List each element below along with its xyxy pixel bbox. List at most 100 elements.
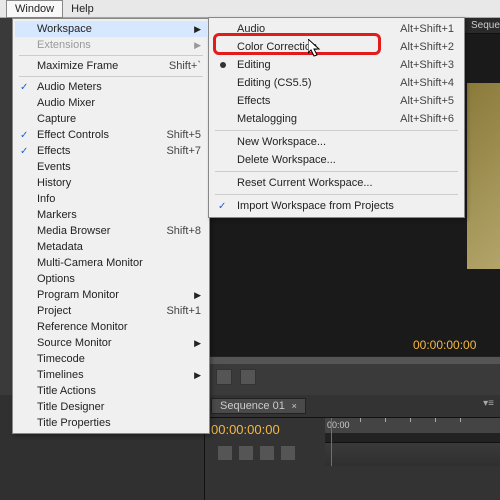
ruler-tick [385, 418, 386, 422]
workspace-metalogging[interactable]: MetaloggingAlt+Shift+6 [211, 110, 462, 128]
program-scrubber[interactable] [210, 356, 500, 364]
label: Media Browser [37, 225, 110, 237]
timeline-tracks-area[interactable]: 00:00 [325, 418, 500, 467]
menu-program-monitor[interactable]: Program Monitor▶ [15, 287, 207, 303]
menu-audio-mixer[interactable]: Audio Mixer [15, 95, 207, 111]
workspace-reset[interactable]: Reset Current Workspace... [211, 174, 462, 192]
chevron-right-icon: ▶ [194, 24, 201, 35]
ruler-tick [360, 418, 361, 422]
timeline-tool-3[interactable] [259, 445, 275, 461]
shortcut: Shift+7 [166, 145, 201, 157]
workspace-effects[interactable]: EffectsAlt+Shift+5 [211, 92, 462, 110]
shortcut: Shift+1 [166, 305, 201, 317]
menu-extensions: Extensions ▶ [15, 37, 207, 53]
shortcut: Shift+8 [166, 225, 201, 237]
label: New Workspace... [237, 136, 326, 148]
shortcut: Alt+Shift+2 [400, 41, 454, 53]
menu-title-properties[interactable]: Title Properties [15, 415, 207, 431]
workspace-import[interactable]: ✓Import Workspace from Projects [211, 197, 462, 215]
menu-help[interactable]: Help [63, 1, 102, 17]
radio-selected-icon [220, 62, 226, 68]
workspace-color-correction[interactable]: Color Correction Alt+Shift+2 [211, 38, 462, 56]
mark-out-button[interactable] [240, 369, 256, 385]
mark-in-button[interactable] [216, 369, 232, 385]
playhead[interactable] [331, 418, 332, 466]
timeline-ruler[interactable]: 00:00 [325, 418, 500, 434]
window-dropdown: Workspace ▶ Extensions ▶ Maximize Frame … [12, 18, 210, 434]
close-icon[interactable]: × [292, 401, 297, 411]
menu-reference-monitor[interactable]: Reference Monitor [15, 319, 207, 335]
panel-menu-icon[interactable]: ▾≡ [483, 398, 494, 409]
shortcut: Alt+Shift+6 [400, 113, 454, 125]
program-toolbar [210, 367, 500, 387]
label: Color Correction [237, 41, 317, 53]
menu-events[interactable]: Events [15, 159, 207, 175]
workspace-editing-cs55[interactable]: Editing (CS5.5)Alt+Shift+4 [211, 74, 462, 92]
label: Editing (CS5.5) [237, 77, 312, 89]
marker-button[interactable] [238, 445, 254, 461]
ruler-tick [460, 418, 461, 422]
menu-project[interactable]: ProjectShift+1 [15, 303, 207, 319]
menubar: Window Help [0, 0, 500, 18]
label: Info [37, 193, 55, 205]
label: Markers [37, 209, 77, 221]
label: Events [37, 161, 71, 173]
menu-title-actions[interactable]: Title Actions [15, 383, 207, 399]
menu-separator [215, 194, 458, 195]
menu-maximize-shortcut: Shift+` [169, 60, 201, 72]
timeline-tool-4[interactable] [280, 445, 296, 461]
label: Import Workspace from Projects [237, 200, 394, 212]
menu-multi-camera-monitor[interactable]: Multi-Camera Monitor [15, 255, 207, 271]
menu-options[interactable]: Options [15, 271, 207, 287]
menu-timelines[interactable]: Timelines▶ [15, 367, 207, 383]
chevron-right-icon: ▶ [194, 338, 201, 349]
menu-source-monitor[interactable]: Source Monitor▶ [15, 335, 207, 351]
menu-markers[interactable]: Markers [15, 207, 207, 223]
label: Audio [237, 23, 265, 35]
menu-metadata[interactable]: Metadata [15, 239, 207, 255]
menu-window[interactable]: Window [6, 0, 63, 18]
workspace-submenu: AudioAlt+Shift+1 Color Correction Alt+Shi… [208, 17, 465, 218]
shortcut: Alt+Shift+3 [400, 59, 454, 71]
work-area-bar[interactable] [325, 434, 500, 442]
menu-separator [19, 55, 203, 56]
timeline-tools [211, 443, 319, 463]
menu-effect-controls[interactable]: ✓Effect ControlsShift+5 [15, 127, 207, 143]
label: Title Properties [37, 417, 111, 429]
menu-workspace[interactable]: Workspace ▶ [15, 21, 207, 37]
program-header-edge: Sequence [465, 18, 500, 34]
ruler-tick [410, 418, 411, 422]
workspace-delete[interactable]: Delete Workspace... [211, 151, 462, 169]
label: Editing [237, 59, 271, 71]
workspace-new[interactable]: New Workspace... [211, 133, 462, 151]
timeline-tab-label: Sequence 01 [220, 400, 285, 412]
label: Multi-Camera Monitor [37, 257, 143, 269]
check-icon: ✓ [20, 82, 28, 93]
program-header-label: Sequence [465, 18, 500, 34]
menu-timecode[interactable]: Timecode [15, 351, 207, 367]
ruler-tick [435, 418, 436, 422]
menu-capture[interactable]: Capture [15, 111, 207, 127]
menu-audio-meters[interactable]: ✓Audio Meters [15, 79, 207, 95]
menu-title-designer[interactable]: Title Designer [15, 399, 207, 415]
menu-media-browser[interactable]: Media Browser Shift+8 [15, 223, 207, 239]
video-track[interactable] [325, 442, 500, 466]
label: Effect Controls [37, 129, 109, 141]
timeline-tabs: Sequence 01 × ▾≡ [205, 395, 500, 418]
label: History [37, 177, 71, 189]
label: Title Actions [37, 385, 96, 397]
timeline-timecode: 00:00:00:00 [211, 422, 319, 437]
menu-maximize-frame[interactable]: Maximize Frame Shift+` [15, 58, 207, 74]
timeline-tab-sequence01[interactable]: Sequence 01 × [211, 398, 306, 414]
chevron-right-icon: ▶ [194, 40, 201, 51]
workspace-editing[interactable]: Editing Alt+Shift+3 [211, 56, 462, 74]
menu-info[interactable]: Info [15, 191, 207, 207]
snap-button[interactable] [217, 445, 233, 461]
label: Timecode [37, 353, 85, 365]
menu-effects[interactable]: ✓EffectsShift+7 [15, 143, 207, 159]
label: Options [37, 273, 75, 285]
menu-history[interactable]: History [15, 175, 207, 191]
chevron-right-icon: ▶ [194, 370, 201, 381]
menu-separator [215, 171, 458, 172]
workspace-audio[interactable]: AudioAlt+Shift+1 [211, 20, 462, 38]
